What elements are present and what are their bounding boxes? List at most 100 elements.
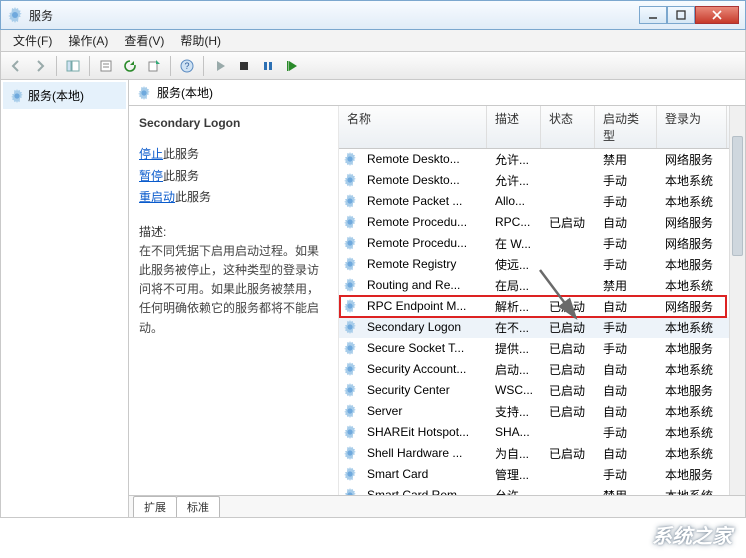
- col-desc[interactable]: 描述: [487, 106, 541, 148]
- gear-icon: [343, 194, 357, 208]
- help-button[interactable]: ?: [176, 55, 198, 77]
- service-row[interactable]: Server支持...已启动自动本地系统: [339, 401, 745, 422]
- description-label: 描述:: [139, 223, 328, 240]
- cell-name: Remote Deskto...: [359, 152, 487, 166]
- back-button[interactable]: [5, 55, 27, 77]
- refresh-button[interactable]: [119, 55, 141, 77]
- cell-logon: 本地系统: [657, 193, 727, 210]
- cell-startup: 自动: [595, 298, 657, 315]
- tab-standard[interactable]: 标准: [176, 496, 220, 517]
- cell-startup: 手动: [595, 340, 657, 357]
- service-row[interactable]: Smart Card管理...手动本地服务: [339, 464, 745, 485]
- properties-button[interactable]: [95, 55, 117, 77]
- window-buttons: [639, 6, 739, 24]
- pause-service-button[interactable]: [257, 55, 279, 77]
- service-row[interactable]: Remote Procedu...在 W...手动网络服务: [339, 233, 745, 254]
- service-row[interactable]: Secure Socket T...提供...已启动手动本地服务: [339, 338, 745, 359]
- stop-service-button[interactable]: [233, 55, 255, 77]
- restart-link[interactable]: 重启动: [139, 190, 175, 204]
- cell-name: SHAREit Hotspot...: [359, 425, 487, 439]
- cell-name: Smart Card: [359, 467, 487, 481]
- cell-startup: 手动: [595, 235, 657, 252]
- cell-name: Remote Registry: [359, 257, 487, 271]
- service-row[interactable]: Remote Packet ...Allo... 手动本地系统: [339, 191, 745, 212]
- gear-icon: [343, 383, 357, 397]
- cell-status: 已启动: [541, 298, 595, 315]
- cell-name: Smart Card Rem...: [359, 488, 487, 495]
- service-row[interactable]: Remote Procedu...RPC...已启动自动网络服务: [339, 212, 745, 233]
- restart-service-button[interactable]: [281, 55, 303, 77]
- pause-suffix: 此服务: [163, 169, 199, 183]
- service-row[interactable]: Smart Card Rem...允许...禁用本地系统: [339, 485, 745, 495]
- col-logon[interactable]: 登录为: [657, 106, 727, 148]
- gear-icon: [343, 404, 357, 418]
- tree-node-services-local[interactable]: 服务(本地): [3, 82, 126, 109]
- cell-desc: 允许...: [487, 487, 541, 496]
- maximize-button[interactable]: [667, 6, 695, 24]
- cell-logon: 网络服务: [657, 298, 727, 315]
- cell-startup: 手动: [595, 193, 657, 210]
- cell-status: 已启动: [541, 403, 595, 420]
- cell-logon: 本地系统: [657, 424, 727, 441]
- right-pane-title: 服务(本地): [157, 84, 213, 101]
- vertical-scrollbar[interactable]: [729, 106, 745, 495]
- minimize-button[interactable]: [639, 6, 667, 24]
- cell-startup: 手动: [595, 172, 657, 189]
- export-button[interactable]: [143, 55, 165, 77]
- cell-name: Shell Hardware ...: [359, 446, 487, 460]
- gear-icon: [343, 236, 357, 250]
- cell-desc: SHA...: [487, 425, 541, 439]
- menu-view[interactable]: 查看(V): [116, 32, 172, 49]
- service-row[interactable]: Remote Deskto...允许...手动本地系统: [339, 170, 745, 191]
- cell-logon: 本地系统: [657, 277, 727, 294]
- cell-startup: 手动: [595, 256, 657, 273]
- toolbar-separator: [89, 56, 90, 76]
- cell-desc: Allo...: [487, 194, 541, 208]
- scrollbar-thumb[interactable]: [732, 136, 743, 256]
- gear-icon: [343, 215, 357, 229]
- menu-help[interactable]: 帮助(H): [172, 32, 229, 49]
- col-startup[interactable]: 启动类型: [595, 106, 657, 148]
- col-status[interactable]: 状态: [541, 106, 595, 148]
- service-row[interactable]: Security Account...启动...已启动自动本地系统: [339, 359, 745, 380]
- svg-text:?: ?: [184, 61, 189, 71]
- cell-startup: 禁用: [595, 277, 657, 294]
- gear-icon: [343, 488, 357, 495]
- pause-link[interactable]: 暂停: [139, 169, 163, 183]
- cell-startup: 禁用: [595, 487, 657, 496]
- toolbar-separator: [170, 56, 171, 76]
- menu-file[interactable]: 文件(F): [5, 32, 60, 49]
- cell-desc: 在局...: [487, 277, 541, 294]
- forward-button[interactable]: [29, 55, 51, 77]
- col-name[interactable]: 名称: [339, 106, 487, 148]
- tab-extended[interactable]: 扩展: [133, 496, 177, 517]
- start-service-button[interactable]: [209, 55, 231, 77]
- service-row[interactable]: Remote Registry使远...手动本地服务: [339, 254, 745, 275]
- service-row[interactable]: Secondary Logon在不...已启动手动本地系统: [339, 317, 745, 338]
- stop-link[interactable]: 停止: [139, 147, 163, 161]
- cell-desc: 在不...: [487, 319, 541, 336]
- cell-logon: 网络服务: [657, 214, 727, 231]
- service-row[interactable]: Security CenterWSC...已启动自动本地服务: [339, 380, 745, 401]
- service-list[interactable]: 名称 描述 状态 启动类型 登录为 Remote Deskto...允许...禁…: [339, 106, 745, 495]
- service-row[interactable]: Shell Hardware ...为自...已启动自动本地系统: [339, 443, 745, 464]
- cell-desc: RPC...: [487, 215, 541, 229]
- right-pane-header: 服务(本地): [129, 80, 745, 106]
- cell-startup: 手动: [595, 319, 657, 336]
- service-row[interactable]: Routing and Re...在局...禁用本地系统: [339, 275, 745, 296]
- service-actions: 停止此服务 暂停此服务 重启动此服务: [139, 144, 328, 209]
- menu-action[interactable]: 操作(A): [60, 32, 116, 49]
- cell-status: 已启动: [541, 319, 595, 336]
- cell-desc: 提供...: [487, 340, 541, 357]
- cell-name: Remote Packet ...: [359, 194, 487, 208]
- show-hide-tree-button[interactable]: [62, 55, 84, 77]
- service-row[interactable]: Remote Deskto...允许...禁用网络服务: [339, 149, 745, 170]
- close-button[interactable]: [695, 6, 739, 24]
- service-row[interactable]: RPC Endpoint M...解析...已启动自动网络服务: [339, 296, 745, 317]
- detail-column: Secondary Logon 停止此服务 暂停此服务 重启动此服务 描述: 在…: [129, 106, 339, 495]
- cell-name: RPC Endpoint M...: [359, 299, 487, 313]
- cell-name: Secure Socket T...: [359, 341, 487, 355]
- cell-logon: 本地服务: [657, 256, 727, 273]
- service-row[interactable]: SHAREit Hotspot...SHA...手动本地系统: [339, 422, 745, 443]
- restart-suffix: 此服务: [175, 190, 211, 204]
